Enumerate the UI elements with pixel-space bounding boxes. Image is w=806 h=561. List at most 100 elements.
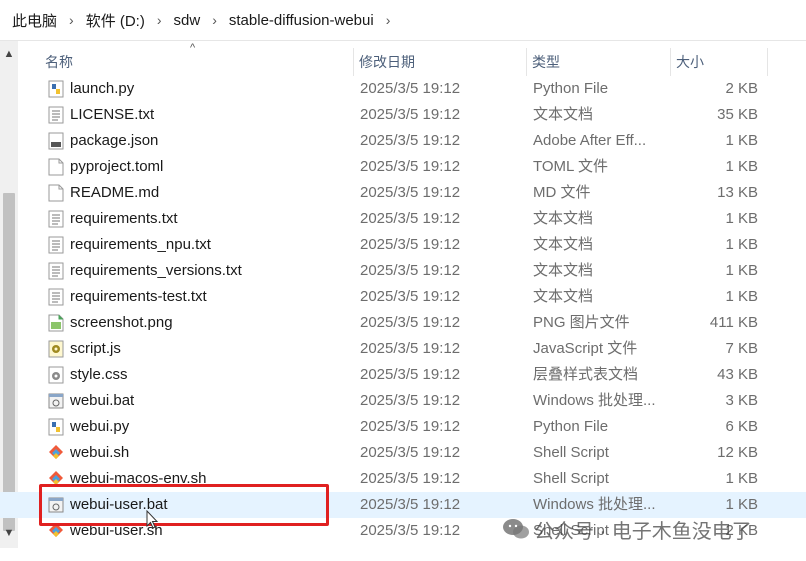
breadcrumb-sdw[interactable]: sdw [170,12,205,29]
file-name: requirements_npu.txt [70,236,211,253]
file-name: style.css [70,366,128,383]
file-row[interactable]: launch.py 2025/3/5 19:12 Python File 2 KB [0,76,806,102]
file-type: Shell Script [533,470,609,487]
file-row[interactable]: requirements-test.txt 2025/3/5 19:12 文本文档 1… [0,284,806,310]
file-type: 文本文档 [533,106,594,123]
file-name: requirements_versions.txt [70,262,242,279]
watermark-text: 公众号 · 电子木鱼没电了 [534,520,752,543]
file-size: 1 KB [725,288,758,305]
file-row[interactable]: requirements.txt 2025/3/5 19:12 文本文档 1 KB [0,206,806,232]
file-row[interactable]: webui.bat 2025/3/5 19:12 Windows 批处理... 3 K… [0,388,806,414]
file-type: 层叠样式表文档 [533,366,639,383]
text-file-icon [48,210,64,228]
blank-file-icon [48,158,64,176]
file-row[interactable]: requirements_versions.txt 2025/3/5 19:12 文… [0,258,806,284]
shell-script-icon [49,445,63,459]
column-name-header[interactable]: 名称 [40,48,353,76]
file-type: 文本文档 [533,288,594,305]
chevron-right-icon[interactable]: › [204,12,225,28]
text-file-icon [48,106,64,124]
file-name: webui.sh [70,444,130,461]
text-file-icon [48,288,64,306]
file-size: 43 KB [717,366,758,383]
file-date: 2025/3/5 19:12 [360,314,461,331]
column-type-header[interactable]: 类型 [527,48,670,76]
file-date: 2025/3/5 19:12 [360,210,461,227]
file-row[interactable]: style.css 2025/3/5 19:12 层叠样式表文档 43 KB [0,362,806,388]
breadcrumb-drive-d[interactable]: 软件 (D:) [82,10,149,31]
watermark: 公众号 · 电子木鱼没电了 [502,514,752,544]
file-type: JavaScript 文件 [533,340,638,357]
file-row[interactable]: LICENSE.txt 2025/3/5 19:12 文本文档 35 KB [0,102,806,128]
image-file-icon [48,314,64,332]
batch-file-icon [48,393,64,409]
file-size: 3 KB [725,392,758,409]
file-date: 2025/3/5 19:12 [360,132,461,149]
file-size: 1 KB [725,132,758,149]
file-name: script.js [70,340,121,357]
chevron-right-icon[interactable]: › [378,12,399,28]
file-size: 1 KB [725,236,758,253]
file-date: 2025/3/5 19:12 [360,340,461,357]
file-row[interactable]: requirements_npu.txt 2025/3/5 19:12 文本文档 1 … [0,232,806,258]
file-date: 2025/3/5 19:12 [360,80,461,97]
file-row[interactable]: webui.py 2025/3/5 19:12 Python File 6 KB [0,414,806,440]
file-name: requirements-test.txt [70,288,207,305]
file-date: 2025/3/5 19:12 [360,496,461,513]
file-date: 2025/3/5 19:12 [360,392,461,409]
file-type: MD 文件 [533,184,591,201]
breadcrumb-this-pc[interactable]: 此电脑 [8,10,61,31]
file-date: 2025/3/5 19:12 [360,366,461,383]
file-name: package.json [70,132,159,149]
file-date: 2025/3/5 19:12 [360,236,461,253]
breadcrumb: 此电脑 › 软件 (D:) › sdw › stable-diffusion-w… [0,0,806,40]
file-row[interactable]: webui.sh 2025/3/5 19:12 Shell Script 12 KB [0,440,806,466]
file-name: screenshot.png [70,314,173,331]
file-size: 7 KB [725,340,758,357]
file-size: 411 KB [709,314,758,331]
chevron-right-icon[interactable]: › [149,12,170,28]
file-date: 2025/3/5 19:12 [360,262,461,279]
file-type: 文本文档 [533,210,594,227]
file-date: 2025/3/5 19:12 [360,106,461,123]
file-name: LICENSE.txt [70,106,155,123]
text-file-icon [48,236,64,254]
chevron-right-icon[interactable]: › [61,12,82,28]
column-size-header[interactable]: 大小 [671,48,767,76]
file-name: requirements.txt [70,210,178,227]
column-header: ^ 名称 修改日期 类型 大小 [40,42,780,76]
file-type: 文本文档 [533,236,594,253]
wechat-logo-icon [503,519,529,539]
json-file-icon [48,132,64,150]
file-name: webui.py [70,418,130,435]
file-type: Windows 批处理... [533,392,656,409]
file-size: 35 KB [717,106,758,123]
file-row[interactable]: pyproject.toml 2025/3/5 19:12 TOML 文件 1 KB [0,154,806,180]
file-list: launch.py 2025/3/5 19:12 Python File 2 KB LI… [0,76,806,544]
file-name: README.md [70,184,160,201]
script-file-icon [48,340,64,358]
scroll-up-arrow-icon[interactable]: ▲ [0,45,18,63]
file-name: pyproject.toml [70,158,164,175]
file-size: 13 KB [717,184,758,201]
file-type: TOML 文件 [533,158,609,175]
file-type: Python File [533,80,609,97]
file-type: Adobe After Eff... [533,132,647,149]
file-size: 2 KB [725,80,758,97]
file-size: 1 KB [725,158,758,175]
column-divider[interactable] [767,48,768,76]
file-row[interactable]: package.json 2025/3/5 19:12 Adobe After Ef… [0,128,806,154]
file-type: Python File [533,418,609,435]
highlight-box [39,484,329,526]
python-file-icon [48,418,64,436]
mouse-cursor-icon [146,510,159,529]
file-type: PNG 图片文件 [533,314,630,331]
python-file-icon [48,80,64,98]
file-row[interactable]: script.js 2025/3/5 19:12 JavaScript 文件 7 KB [0,336,806,362]
file-row[interactable]: screenshot.png 2025/3/5 19:12 PNG 图片文件 411 … [0,310,806,336]
file-row[interactable]: README.md 2025/3/5 19:12 MD 文件 13 KB [0,180,806,206]
file-date: 2025/3/5 19:12 [360,158,461,175]
file-name: webui.bat [70,392,135,409]
column-date-header[interactable]: 修改日期 [354,48,526,76]
breadcrumb-stable-diffusion-webui[interactable]: stable-diffusion-webui [225,12,378,29]
